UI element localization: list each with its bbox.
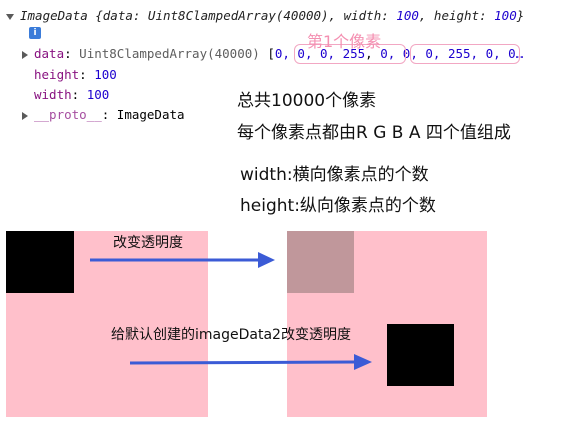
expand-arrow-icon[interactable] bbox=[6, 13, 14, 20]
note-width: width:横向像素点的个数 bbox=[240, 165, 429, 185]
height-row: height: 100 bbox=[34, 67, 117, 82]
faded-square-right bbox=[287, 231, 354, 293]
black-square-left bbox=[6, 231, 74, 293]
black-square-right bbox=[387, 324, 454, 386]
pixel-highlight-box-2 bbox=[410, 44, 520, 64]
width-row: width: 100 bbox=[34, 87, 110, 102]
label-default-imagedata2: 给默认创建的imageData2改变透明度 bbox=[111, 327, 351, 343]
proto-expand-icon[interactable] bbox=[22, 111, 28, 120]
info-icon[interactable]: i bbox=[29, 27, 41, 39]
imagedata-summary-row[interactable]: ImageData {data: Uint8ClampedArray(40000… bbox=[6, 8, 524, 23]
proto-row[interactable]: __proto__: ImageData bbox=[22, 107, 185, 122]
label-change-opacity: 改变透明度 bbox=[113, 235, 183, 251]
note-total-pixels: 总共10000个像素 bbox=[237, 91, 377, 111]
collapse-arrow-icon[interactable] bbox=[22, 50, 28, 59]
first-pixel-annotation: 第1个像素 bbox=[307, 32, 382, 51]
note-rgba: 每个像素点都由R G B A 四个值组成 bbox=[237, 123, 511, 143]
note-height: height:纵向像素点的个数 bbox=[240, 196, 436, 216]
imagedata-summary: ImageData {data: Uint8ClampedArray(40000… bbox=[20, 8, 525, 23]
